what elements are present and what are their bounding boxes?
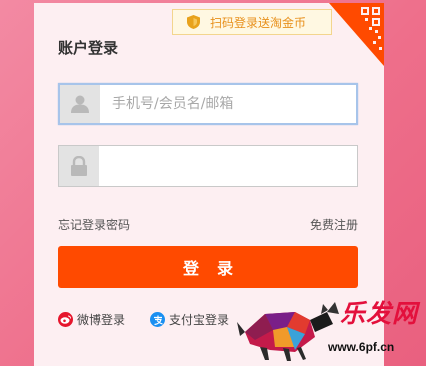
qr-code-toggle-icon[interactable] bbox=[329, 3, 384, 66]
register-link[interactable]: 免费注册 bbox=[310, 216, 358, 233]
user-icon bbox=[60, 85, 100, 123]
lock-icon bbox=[59, 146, 99, 186]
weibo-icon bbox=[58, 312, 73, 327]
login-button[interactable]: 登录 bbox=[58, 246, 358, 288]
weibo-login-label: 微博登录 bbox=[77, 313, 126, 327]
watermark-logo-text: 乐发网 bbox=[340, 299, 419, 328]
login-links: 忘记登录密码 免费注册 bbox=[58, 216, 358, 233]
alipay-icon bbox=[150, 312, 165, 327]
shield-icon bbox=[187, 15, 200, 29]
watermark-url: www.6pf.cn bbox=[328, 340, 395, 354]
alipay-login-link[interactable]: 支付宝登录 bbox=[150, 311, 229, 328]
weibo-login-link[interactable]: 微博登录 bbox=[58, 311, 125, 328]
forgot-password-link[interactable]: 忘记登录密码 bbox=[58, 216, 130, 233]
alipay-login-label: 支付宝登录 bbox=[169, 313, 230, 327]
username-input[interactable] bbox=[100, 85, 356, 123]
qr-login-promo[interactable]: 扫码登录送淘金币 bbox=[172, 9, 332, 35]
password-field[interactable] bbox=[58, 145, 358, 187]
username-field[interactable] bbox=[58, 83, 358, 125]
login-title: 账户登录 bbox=[58, 39, 119, 57]
password-input[interactable] bbox=[99, 146, 357, 186]
promo-text: 扫码登录送淘金币 bbox=[210, 15, 307, 30]
